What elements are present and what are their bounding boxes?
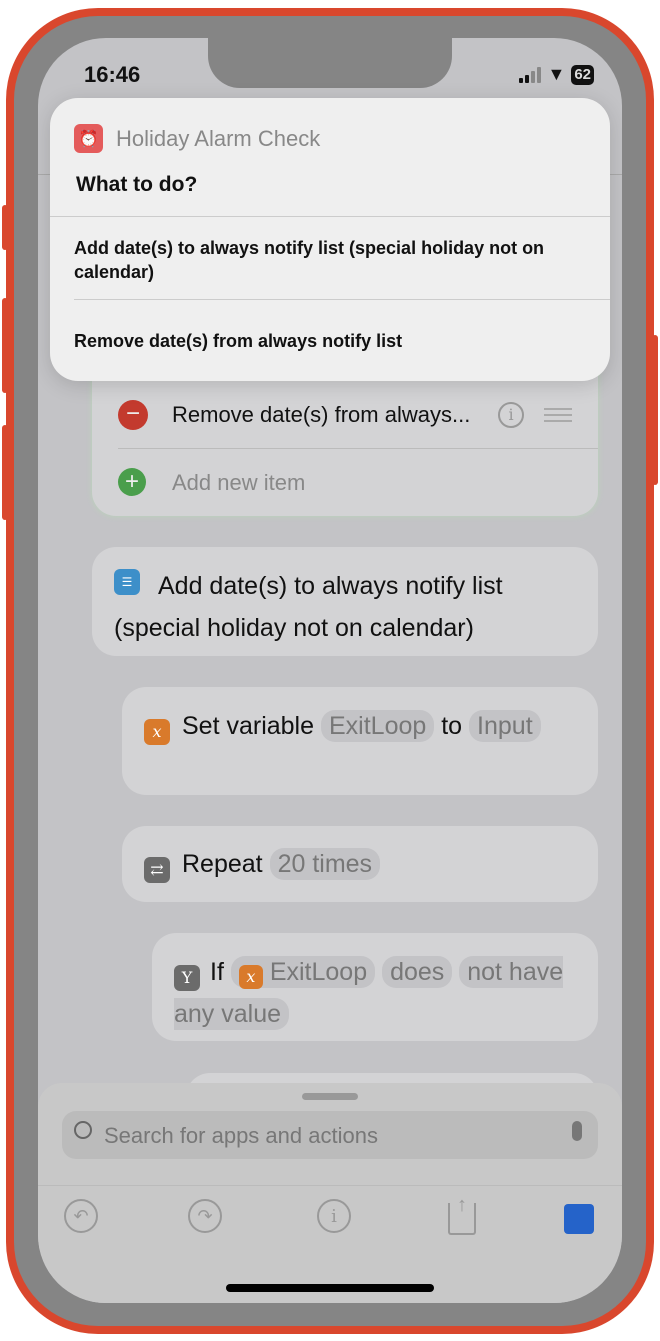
- signal-icon: [519, 66, 542, 83]
- value-pill[interactable]: Input: [469, 710, 541, 742]
- wifi-icon: ▼: [547, 64, 566, 84]
- variable-icon: x: [238, 965, 263, 989]
- repeat-card[interactable]: ⇄ Repeat 20 times: [122, 826, 598, 902]
- branch-icon: Y: [174, 965, 200, 991]
- menu-popup: ⏰ Holiday Alarm Check What to do? Add da…: [50, 98, 610, 381]
- case-card[interactable]: ☰ Add date(s) to always notify list (spe…: [92, 547, 598, 656]
- if-card[interactable]: Y If x ExitLoop does not have any value: [152, 933, 598, 1041]
- set-variable-card[interactable]: x Set variable ExitLoop to Input: [122, 687, 598, 795]
- variable-icon: x: [144, 719, 170, 745]
- side-button: [2, 298, 8, 393]
- side-button: [2, 205, 8, 250]
- search-input[interactable]: Search for apps and actions: [62, 1111, 598, 1159]
- status-icons: ▼ 62: [519, 64, 594, 85]
- menu-option-remove[interactable]: Remove date(s) from always notify list: [74, 331, 402, 352]
- alarm-clock-icon: ⏰: [74, 124, 103, 153]
- battery-icon: 62: [571, 64, 594, 85]
- to-label: to: [441, 712, 463, 740]
- info-icon[interactable]: i: [498, 402, 524, 428]
- share-icon[interactable]: ↑: [448, 1195, 476, 1235]
- add-item-button[interactable]: Add new item: [172, 470, 305, 496]
- info-icon[interactable]: i: [317, 1199, 351, 1233]
- repeat-icon: ⇄: [144, 857, 170, 883]
- action-label: Set variable: [182, 712, 315, 740]
- app-name: Holiday Alarm Check: [116, 125, 321, 151]
- case-label: Add date(s) to always notify list (speci…: [114, 572, 503, 642]
- variable-name: ExitLoop: [269, 958, 368, 986]
- add-icon[interactable]: +: [118, 468, 146, 496]
- condition-pill[interactable]: does: [382, 956, 453, 988]
- screen: 16:46 ▼ 62 ⏰ Holiday Alarm Check What to…: [38, 38, 622, 1303]
- home-indicator: [226, 1284, 434, 1292]
- microphone-icon[interactable]: [572, 1121, 582, 1141]
- divider: [74, 299, 610, 300]
- side-button: [652, 335, 658, 485]
- action-search-sheet: Search for apps and actions ↶ ↷ i ↑: [38, 1083, 622, 1303]
- count-pill[interactable]: 20 times: [269, 848, 381, 880]
- status-time: 16:46: [84, 62, 141, 87]
- search-placeholder: Search for apps and actions: [104, 1123, 378, 1148]
- action-label: If: [210, 958, 224, 986]
- action-label: Repeat: [182, 850, 263, 878]
- redo-icon[interactable]: ↷: [188, 1199, 222, 1233]
- prompt-title: What to do?: [76, 173, 198, 196]
- sheet-handle[interactable]: [302, 1093, 358, 1100]
- variable-pill[interactable]: x ExitLoop: [230, 956, 376, 989]
- variable-pill[interactable]: ExitLoop: [320, 710, 435, 742]
- search-icon: [74, 1121, 92, 1139]
- undo-icon[interactable]: ↶: [64, 1199, 98, 1233]
- divider: [118, 448, 598, 449]
- side-button: [2, 425, 8, 520]
- stop-run-button[interactable]: [564, 1204, 594, 1234]
- divider: [38, 1185, 622, 1186]
- drag-handle-icon[interactable]: [544, 408, 572, 422]
- remove-icon[interactable]: −: [118, 400, 148, 430]
- menu-option-add[interactable]: Add date(s) to always notify list (speci…: [74, 236, 584, 284]
- divider: [50, 216, 610, 217]
- notch: [208, 38, 452, 88]
- list-row-text[interactable]: Remove date(s) from always...: [172, 402, 470, 428]
